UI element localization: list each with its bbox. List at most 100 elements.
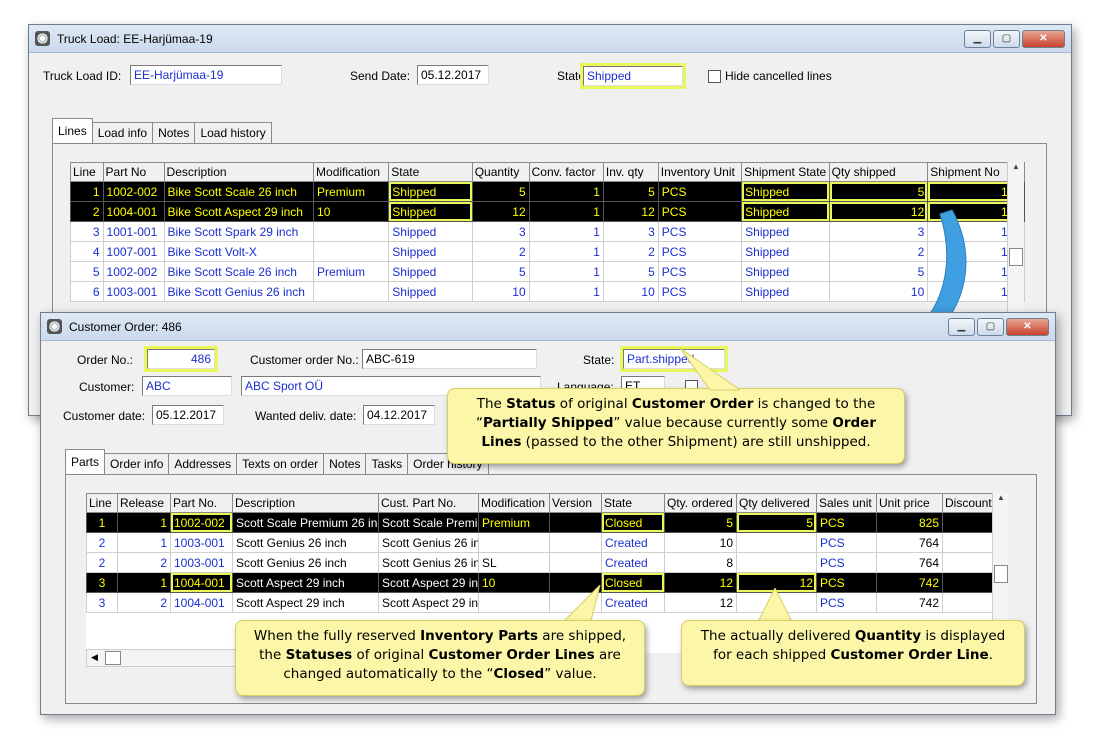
table-cell[interactable]: Scott Scale Premium 26 inch <box>232 512 379 533</box>
table-cell[interactable]: Created <box>601 532 665 553</box>
table-cell[interactable]: 1003-001 <box>170 532 233 553</box>
table-cell[interactable]: 10 <box>664 532 737 553</box>
table-cell[interactable]: Premium <box>313 181 390 202</box>
table-cell[interactable]: Shipped <box>741 241 830 262</box>
column-header[interactable]: Release <box>117 493 171 513</box>
tab-notes[interactable]: Notes <box>152 122 196 144</box>
tab-tasks[interactable]: Tasks <box>365 453 409 475</box>
column-header[interactable]: Quantity <box>471 162 530 182</box>
column-header[interactable]: Modification <box>313 162 390 182</box>
table-cell[interactable]: Bike Scott Aspect 29 inch <box>163 201 315 222</box>
table-cell[interactable]: Scott Aspect 29 inch <box>232 572 379 593</box>
column-header[interactable]: Version <box>549 493 602 513</box>
table-cell[interactable]: 742 <box>876 572 943 593</box>
truck-titlebar[interactable]: Truck Load: EE-Harjümaa-19 ▁ ▢ ✕ <box>29 25 1071 53</box>
table-cell[interactable] <box>313 241 390 262</box>
scroll-thumb[interactable] <box>1009 248 1023 266</box>
table-cell[interactable]: 8 <box>664 552 737 573</box>
table-cell[interactable]: 5 <box>471 261 530 282</box>
table-cell[interactable]: Shipped <box>741 201 830 222</box>
table-cell[interactable]: Bike Scott Spark 29 inch <box>163 221 315 242</box>
table-cell[interactable]: 764 <box>876 552 943 573</box>
table-cell[interactable]: 1 <box>528 181 604 202</box>
table-cell[interactable]: Scott Genius 26 inch <box>232 532 379 553</box>
table-cell[interactable]: 3 <box>86 572 118 593</box>
column-header[interactable]: State <box>388 162 473 182</box>
table-cell[interactable]: 825 <box>876 512 943 533</box>
tab-lines[interactable]: Lines <box>52 118 93 144</box>
scroll-up-icon[interactable]: ▲ <box>993 493 1009 502</box>
cust-order-no-field[interactable]: ABC-619 <box>362 349 537 369</box>
table-cell[interactable]: 1002-002 <box>170 512 233 533</box>
table-cell[interactable]: 1 <box>117 512 171 533</box>
maximize-icon[interactable]: ▢ <box>993 30 1020 48</box>
table-cell[interactable]: Bike Scott Scale 26 inch <box>163 181 315 202</box>
minimize-icon[interactable]: ▁ <box>948 318 975 336</box>
table-row[interactable]: 2 1 1003-001 Scott Genius 26 inch Scott Geni… <box>86 532 993 553</box>
table-cell[interactable]: 1 <box>528 281 604 302</box>
table-cell[interactable]: Bike Scott Volt-X <box>163 241 315 262</box>
table-cell[interactable]: PCS <box>816 592 877 613</box>
table-cell[interactable]: 12 <box>664 592 737 613</box>
table-row[interactable]: 1 1002-002 Bike Scott Scale 26 inch Premium… <box>70 181 1025 202</box>
table-cell[interactable]: 1001-001 <box>102 221 165 242</box>
table-cell[interactable]: 1 <box>117 532 171 553</box>
table-cell[interactable]: 10 <box>471 281 530 302</box>
tab-load-history[interactable]: Load history <box>194 122 272 144</box>
column-header[interactable]: Line <box>70 162 104 182</box>
table-cell[interactable]: Created <box>601 552 665 573</box>
table-cell[interactable]: Shipped <box>741 281 830 302</box>
table-cell[interactable]: PCS <box>816 572 877 593</box>
table-cell[interactable]: Bike Scott Scale 26 inch <box>163 261 315 282</box>
table-cell[interactable]: 764 <box>876 532 943 553</box>
table-cell[interactable]: 12 <box>664 572 737 593</box>
table-cell[interactable]: 1002-002 <box>102 181 165 202</box>
table-cell[interactable]: PCS <box>816 532 877 553</box>
table-cell[interactable]: PCS <box>816 552 877 573</box>
table-cell[interactable] <box>549 512 602 533</box>
table-cell[interactable]: 5 <box>736 512 817 533</box>
table-cell[interactable]: 2 <box>471 241 530 262</box>
table-cell[interactable]: 2 <box>86 552 118 573</box>
table-cell[interactable]: Scott Genius 26 inch <box>232 552 379 573</box>
column-header[interactable]: State <box>601 493 665 513</box>
table-cell[interactable]: 12 <box>602 201 659 222</box>
table-cell[interactable]: Shipped <box>741 181 830 202</box>
column-header[interactable]: Description <box>163 162 315 182</box>
column-header[interactable]: Inventory Unit <box>657 162 743 182</box>
table-cell[interactable]: PCS <box>657 241 743 262</box>
table-cell[interactable]: Shipped <box>388 181 473 202</box>
table-cell[interactable]: 10 <box>602 281 659 302</box>
table-cell[interactable]: 742 <box>876 592 943 613</box>
customer-date-field[interactable]: 05.12.2017 <box>152 405 224 425</box>
column-header[interactable]: Sales unit <box>816 493 877 513</box>
table-cell[interactable]: Shipped <box>388 201 473 222</box>
table-cell[interactable] <box>478 592 550 613</box>
table-cell[interactable] <box>942 532 993 553</box>
table-cell[interactable]: 5 <box>471 181 530 202</box>
tab-load-info[interactable]: Load info <box>91 122 154 144</box>
table-cell[interactable]: 3 <box>602 221 659 242</box>
table-cell[interactable]: 1 <box>528 241 604 262</box>
maximize-icon[interactable]: ▢ <box>977 318 1004 336</box>
table-cell[interactable]: PCS <box>816 512 877 533</box>
table-cell[interactable]: 1003-001 <box>102 281 165 302</box>
table-cell[interactable] <box>736 552 817 573</box>
wanted-date-field[interactable]: 04.12.2017 <box>363 405 435 425</box>
minimize-icon[interactable]: ▁ <box>964 30 991 48</box>
table-cell[interactable]: 3 <box>70 221 104 242</box>
table-cell[interactable]: 2 <box>70 201 104 222</box>
table-cell[interactable]: 1004-001 <box>102 201 165 222</box>
table-cell[interactable]: Shipped <box>741 221 830 242</box>
table-cell[interactable]: 5 <box>70 261 104 282</box>
table-cell[interactable]: 1 <box>70 181 104 202</box>
table-cell[interactable]: Scott Scale Premium <box>378 512 479 533</box>
table-cell[interactable]: 5 <box>828 181 929 202</box>
tab-parts[interactable]: Parts <box>65 449 106 475</box>
table-cell[interactable]: PCS <box>657 281 743 302</box>
table-cell[interactable]: Scott Genius 26 inch <box>378 552 479 573</box>
table-cell[interactable]: PCS <box>657 221 743 242</box>
column-header[interactable]: Modification <box>478 493 550 513</box>
scroll-thumb[interactable] <box>105 651 121 665</box>
column-header[interactable]: Unit price <box>876 493 943 513</box>
